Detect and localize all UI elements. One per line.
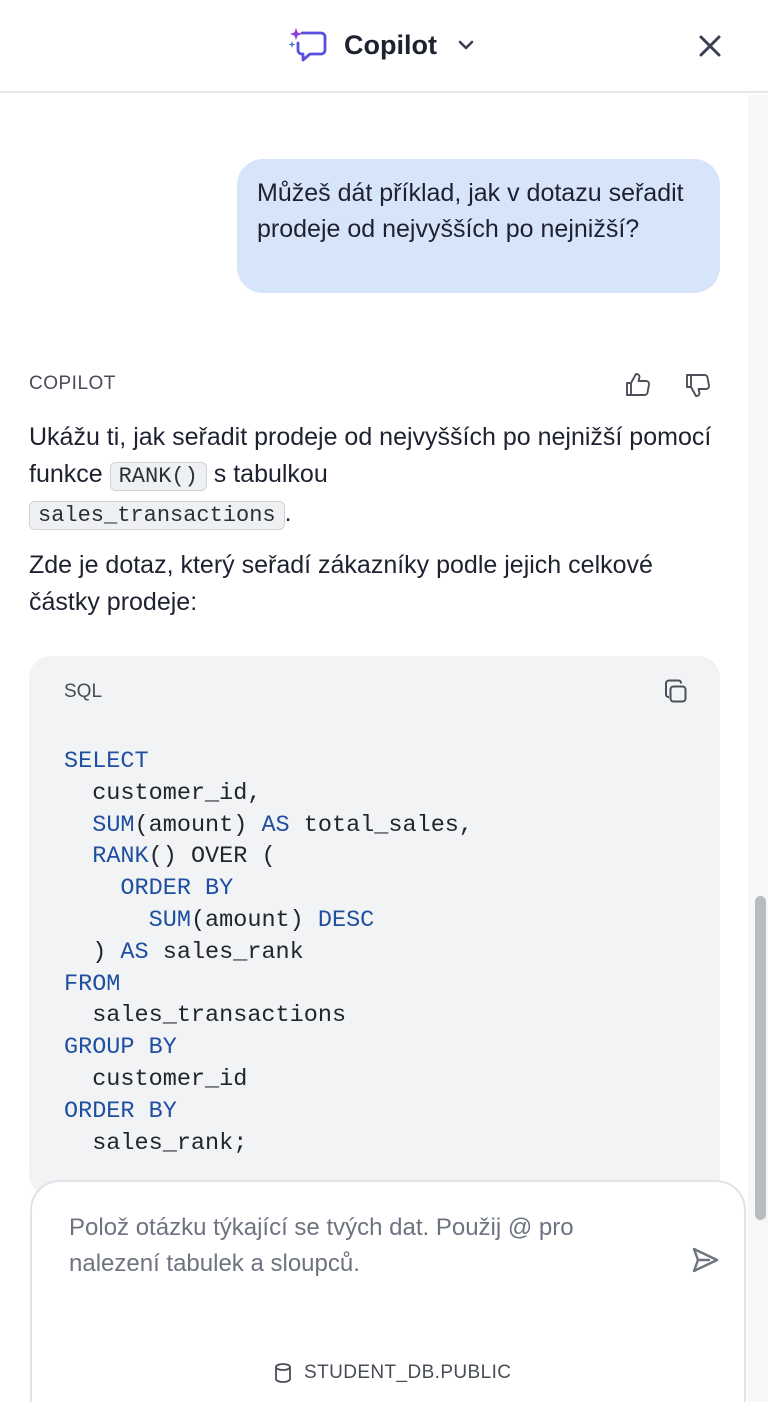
code-keyword: AS <box>261 811 290 839</box>
database-icon <box>275 1363 291 1383</box>
code-keyword: ORDER BY <box>120 875 234 903</box>
code-keyword: SUM <box>92 811 135 839</box>
code-token: sales_rank; <box>64 1129 248 1157</box>
panel-header: Copilot <box>0 0 768 93</box>
code-keyword: ORDER BY <box>64 1097 177 1125</box>
code-line: sales_rank; <box>64 1128 473 1160</box>
code-line: RANK() OVER ( <box>64 841 473 873</box>
code-line: FROM <box>64 969 473 1001</box>
thumbs-up-icon[interactable] <box>623 370 653 400</box>
code-token: sales_rank <box>148 938 304 966</box>
code-line: ORDER BY <box>64 1096 473 1128</box>
copilot-switcher[interactable]: Copilot <box>288 24 477 66</box>
answer-text: s tabulkou <box>206 460 328 488</box>
thumbs-down-icon[interactable] <box>683 370 713 400</box>
code-keyword: FROM <box>64 970 121 998</box>
sql-code-block: SQL SELECT customer_id, SUM(amount) AS t… <box>29 656 720 1196</box>
database-context-label: STUDENT_DB.PUBLIC <box>304 1362 512 1383</box>
code-token: customer_id <box>64 1065 248 1093</box>
code-line: GROUP BY <box>64 1032 473 1064</box>
sql-code: SELECT customer_id, SUM(amount) AS total… <box>64 746 473 1159</box>
scrollbar-thumb[interactable] <box>755 896 766 1220</box>
message-composer: Polož otázku týkající se tvých dat. Použ… <box>30 1180 746 1402</box>
chevron-down-icon[interactable] <box>455 34 477 56</box>
code-token: sales_transactions <box>64 1002 347 1030</box>
message-input[interactable]: Polož otázku týkající se tvých dat. Použ… <box>69 1210 669 1282</box>
answer-text: . <box>284 499 292 527</box>
code-keyword: SELECT <box>64 748 149 775</box>
inline-code-table: sales_transactions <box>29 501 285 530</box>
copilot-sparkle-chat-icon <box>288 28 327 62</box>
code-line: ) AS sales_rank <box>64 937 473 969</box>
code-line: sales_transactions <box>64 1000 473 1032</box>
code-line: customer_id, <box>64 778 473 810</box>
answer-paragraph-2: Zde je dotaz, který seřadí zákazníky pod… <box>29 551 653 616</box>
answer-paragraph-1: Ukážu ti, jak seřadit prodeje od nejvyšš… <box>29 419 719 534</box>
code-token: (amount) <box>134 811 262 839</box>
code-line: SUM(amount) AS total_sales, <box>64 810 473 842</box>
inline-code-rank: RANK() <box>109 462 207 491</box>
code-keyword: GROUP BY <box>64 1034 177 1062</box>
code-token: ) <box>64 938 121 966</box>
code-token: (amount) <box>190 906 318 934</box>
user-message-text: Můžeš dát příklad, jak v dotazu seřadit … <box>257 179 684 243</box>
code-line: customer_id <box>64 1064 473 1096</box>
assistant-label: COPILOT <box>29 373 116 394</box>
code-token: total_sales, <box>289 811 474 839</box>
close-icon[interactable] <box>694 30 726 62</box>
panel-title: Copilot <box>344 29 437 60</box>
database-context[interactable]: STUDENT_DB.PUBLIC <box>272 1362 511 1384</box>
send-icon[interactable] <box>689 1244 721 1276</box>
code-language-label: SQL <box>64 681 103 702</box>
code-line: ORDER BY <box>64 873 473 905</box>
user-message-bubble: Můžeš dát příklad, jak v dotazu seřadit … <box>237 159 720 293</box>
code-token: () OVER ( <box>148 843 276 871</box>
code-keyword: RANK <box>92 843 149 871</box>
assistant-answer: Ukážu ti, jak seřadit prodeje od nejvyšš… <box>29 419 719 621</box>
code-line: SUM(amount) DESC <box>64 905 473 937</box>
code-keyword: AS <box>120 938 149 966</box>
copy-icon[interactable] <box>662 678 690 706</box>
code-keyword: SUM <box>148 906 191 934</box>
code-token: customer_id, <box>64 779 262 807</box>
code-line: SELECT <box>64 746 473 778</box>
code-keyword: DESC <box>317 906 375 934</box>
